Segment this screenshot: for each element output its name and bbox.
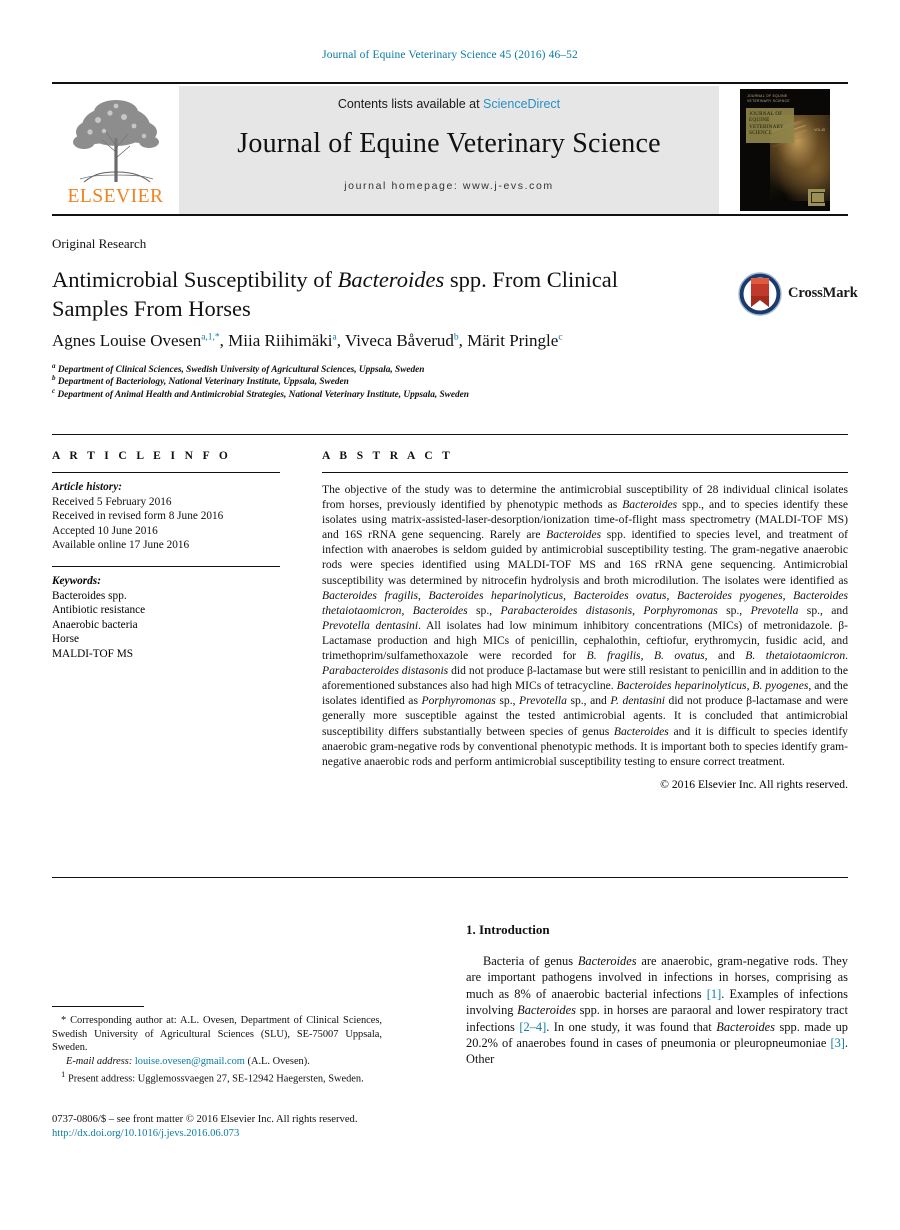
masthead-center-panel: Contents lists available at ScienceDirec… xyxy=(179,86,719,214)
author-marks: b xyxy=(453,332,459,343)
info-band-top-rule xyxy=(52,434,848,435)
author-item: Viveca Båverudb xyxy=(345,331,459,350)
elsevier-tree-icon xyxy=(73,100,159,183)
author-item: Märit Pringlec xyxy=(467,331,562,350)
page-title: Antimicrobial Susceptibility of Bacteroi… xyxy=(52,265,692,323)
author-item: Miia Riihimäkia xyxy=(228,331,337,350)
keywords-block: Keywords: Bacteroides spp. Antibiotic re… xyxy=(52,574,280,662)
author-item: Agnes Louise Ovesena,1,* xyxy=(52,331,220,350)
email-label: E-mail address: xyxy=(66,1055,133,1067)
contents-available-line: Contents lists available at ScienceDirec… xyxy=(179,97,719,111)
introduction-heading: 1. Introduction xyxy=(466,922,550,937)
affiliation-list: a Department of Clinical Sciences, Swedi… xyxy=(52,361,792,401)
keyword-item: Horse xyxy=(52,633,79,646)
keywords-label: Keywords: xyxy=(52,574,101,587)
cover-publisher-badge xyxy=(808,189,825,206)
affiliation-item: c Department of Animal Health and Antimi… xyxy=(52,386,792,401)
introduction-section: 1. Introduction Bacteria of genus Bacter… xyxy=(466,922,848,1068)
author-name: Agnes Louise Ovesen xyxy=(52,331,202,350)
title-segment-1: Antimicrobial Susceptibility of xyxy=(52,267,338,292)
corresponding-author-note: * Corresponding author at: A.L. Ovesen, … xyxy=(52,1015,382,1054)
abstract-copyright: © 2016 Elsevier Inc. All rights reserved… xyxy=(660,777,848,791)
article-section-type: Original Research xyxy=(52,236,147,251)
affiliation-mark: c xyxy=(52,386,56,395)
affiliation-mark: a xyxy=(52,361,56,370)
article-info-column: A R T I C L E I N F O Article history: R… xyxy=(52,450,280,662)
history-item: Available online 17 June 2016 xyxy=(52,539,190,552)
cover-issue-note: VOL 45 xyxy=(814,128,825,132)
history-item: Accepted 10 June 2016 xyxy=(52,524,158,537)
journal-title: Journal of Equine Veterinary Science xyxy=(237,128,661,159)
author-marks: a,1,* xyxy=(201,332,220,343)
title-italic-genus: Bacteroides xyxy=(337,267,445,292)
author-name: Viveca Båverud xyxy=(344,331,454,350)
article-history-block: Article history: Received 5 February 201… xyxy=(52,480,280,553)
affiliation-mark: b xyxy=(52,374,56,383)
crossmark-badge[interactable]: CrossMark xyxy=(738,272,858,318)
abstract-text: The objective of the study was to determ… xyxy=(322,483,849,768)
running-head: Journal of Equine Veterinary Science 45 … xyxy=(322,49,578,61)
keyword-item: MALDI-TOF MS xyxy=(52,647,134,660)
crossmark-label: CrossMark xyxy=(788,285,858,301)
author-list: Agnes Louise Ovesena,1,*, Miia Riihimäki… xyxy=(52,331,563,350)
email-link[interactable]: louise.ovesen@gmail.com xyxy=(135,1056,245,1067)
author-name: Märit Pringle xyxy=(467,331,559,350)
journal-masthead: ELSEVIER Contents lists available at Sci… xyxy=(52,82,848,216)
article-first-page: Journal of Equine Veterinary Science 45 … xyxy=(0,0,900,1230)
affiliation-item: b Department of Bacteriology, National V… xyxy=(52,374,792,388)
keyword-item: Antibiotic resistance xyxy=(52,604,146,617)
present-address-text: Present address: Ugglemossvaegen 27, SE-… xyxy=(67,1073,364,1085)
elsevier-logo: ELSEVIER xyxy=(54,86,177,214)
journal-cover-thumbnail[interactable]: JOURNAL OF EQUINE VETERINARY SCIENCE JOUR… xyxy=(723,86,846,214)
imprint-block: 0737-0806/$ – see front matter © 2016 El… xyxy=(52,1113,472,1141)
journal-homepage[interactable]: journal homepage: www.j-evs.com xyxy=(179,180,719,192)
cover-title-panel: JOURNAL OF EQUINE VETERINARY SCIENCE xyxy=(746,108,794,143)
cover-top-line: JOURNAL OF EQUINE VETERINARY SCIENCE xyxy=(747,94,790,103)
introduction-paragraph: Bacteria of genus Bacteroides are anaero… xyxy=(466,954,848,1067)
article-info-heading: A R T I C L E I N F O xyxy=(52,450,232,462)
article-history-label: Article history: xyxy=(52,481,122,493)
affiliation-text: Department of Animal Health and Antimicr… xyxy=(57,389,469,400)
abstract-heading: A B S T R A C T xyxy=(322,450,454,462)
cover-artwork: JOURNAL OF EQUINE VETERINARY SCIENCE JOUR… xyxy=(740,89,830,211)
sciencedirect-link[interactable]: ScienceDirect xyxy=(483,97,560,111)
abstract-rule xyxy=(322,472,848,473)
keyword-item: Anaerobic bacteria xyxy=(52,618,138,631)
affiliation-text: Department of Clinical Sciences, Swedish… xyxy=(57,365,425,375)
doi-link[interactable]: http://dx.doi.org/10.1016/j.jevs.2016.06… xyxy=(52,1127,472,1141)
info-band-bottom-rule xyxy=(52,877,848,878)
history-item: Received in revised form 8 June 2016 xyxy=(52,510,224,523)
cover-badge-inner xyxy=(810,191,825,203)
cover-panel-title: JOURNAL OF EQUINE VETERINARY SCIENCE xyxy=(749,111,784,137)
present-address-note: 1 Present address: Ugglemossvaegen 27, S… xyxy=(52,1068,382,1086)
abstract-column: A B S T R A C T The objective of the stu… xyxy=(322,450,848,791)
affiliation-item: a Department of Clinical Sciences, Swedi… xyxy=(52,361,792,376)
author-marks: a xyxy=(332,332,337,343)
article-info-rule xyxy=(52,472,280,473)
crossmark-icon xyxy=(738,272,782,316)
email-note: E-mail address: louise.ovesen@gmail.com … xyxy=(52,1055,382,1069)
contents-available-text: Contents lists available at xyxy=(337,97,484,111)
footnote-block: * Corresponding author at: A.L. Ovesen, … xyxy=(52,1006,382,1086)
affiliation-text: Department of Bacteriology, National Vet… xyxy=(57,377,349,388)
email-suffix: (A.L. Ovesen). xyxy=(244,1055,310,1067)
author-name: Miia Riihimäki xyxy=(228,331,333,350)
issn-line: 0737-0806/$ – see front matter © 2016 El… xyxy=(52,1114,358,1125)
keyword-item: Bacteroides spp. xyxy=(52,589,127,602)
author-marks: c xyxy=(558,332,563,343)
history-item: Received 5 February 2016 xyxy=(52,495,172,508)
elsevier-wordmark: ELSEVIER xyxy=(67,186,164,207)
present-address-mark: 1 xyxy=(61,1069,66,1080)
keywords-rule xyxy=(52,565,280,567)
footnote-rule xyxy=(52,1006,144,1007)
